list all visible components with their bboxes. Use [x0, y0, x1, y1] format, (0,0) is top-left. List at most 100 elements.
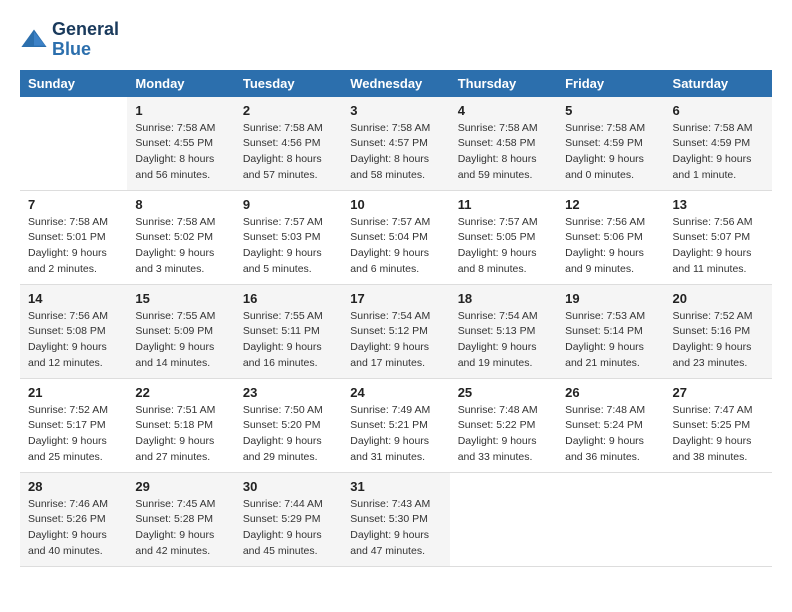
day-info: Sunrise: 7:58 AM Sunset: 5:01 PM Dayligh…	[28, 215, 119, 278]
calendar-cell: 28 Sunrise: 7:46 AM Sunset: 5:26 PM Dayli…	[20, 472, 127, 566]
weekday-header-row: SundayMondayTuesdayWednesdayThursdayFrid…	[20, 70, 772, 97]
day-number: 23	[243, 385, 334, 400]
logo-text: General Blue	[52, 20, 119, 60]
day-info: Sunrise: 7:58 AM Sunset: 4:59 PM Dayligh…	[673, 121, 764, 184]
day-number: 20	[673, 291, 764, 306]
calendar-cell: 4Sunrise: 7:58 AM Sunset: 4:58 PM Daylig…	[450, 97, 557, 191]
day-number: 5	[565, 103, 656, 118]
day-info: Sunrise: 7:57 AM Sunset: 5:03 PM Dayligh…	[243, 215, 334, 278]
calendar-cell: 5 Sunrise: 7:58 AM Sunset: 4:59 PM Daylig…	[557, 97, 664, 191]
day-number: 17	[350, 291, 441, 306]
day-info: Sunrise: 7:57 AM Sunset: 5:04 PM Dayligh…	[350, 215, 441, 278]
day-info: Sunrise: 7:58 AM Sunset: 4:59 PM Dayligh…	[565, 121, 656, 184]
day-info: Sunrise: 7:48 AM Sunset: 5:22 PM Dayligh…	[458, 403, 549, 466]
day-number: 2	[243, 103, 334, 118]
day-info: Sunrise: 7:44 AM Sunset: 5:29 PM Dayligh…	[243, 497, 334, 560]
day-info: Sunrise: 7:56 AM Sunset: 5:06 PM Dayligh…	[565, 215, 656, 278]
calendar-cell: 2Sunrise: 7:58 AM Sunset: 4:56 PM Daylig…	[235, 97, 342, 191]
day-info: Sunrise: 7:53 AM Sunset: 5:14 PM Dayligh…	[565, 309, 656, 372]
week-row-5: 28 Sunrise: 7:46 AM Sunset: 5:26 PM Dayli…	[20, 472, 772, 566]
day-number: 24	[350, 385, 441, 400]
day-number: 10	[350, 197, 441, 212]
weekday-header-saturday: Saturday	[665, 70, 772, 97]
calendar-cell: 20 Sunrise: 7:52 AM Sunset: 5:16 PM Dayli…	[665, 284, 772, 378]
day-info: Sunrise: 7:43 AM Sunset: 5:30 PM Dayligh…	[350, 497, 441, 560]
week-row-2: 7 Sunrise: 7:58 AM Sunset: 5:01 PM Daylig…	[20, 190, 772, 284]
day-info: Sunrise: 7:52 AM Sunset: 5:16 PM Dayligh…	[673, 309, 764, 372]
day-number: 3	[350, 103, 441, 118]
day-number: 21	[28, 385, 119, 400]
calendar-cell: 9 Sunrise: 7:57 AM Sunset: 5:03 PM Daylig…	[235, 190, 342, 284]
day-number: 29	[135, 479, 226, 494]
day-number: 31	[350, 479, 441, 494]
calendar-cell: 10 Sunrise: 7:57 AM Sunset: 5:04 PM Dayli…	[342, 190, 449, 284]
calendar-cell: 3 Sunrise: 7:58 AM Sunset: 4:57 PM Daylig…	[342, 97, 449, 191]
day-info: Sunrise: 7:51 AM Sunset: 5:18 PM Dayligh…	[135, 403, 226, 466]
day-info: Sunrise: 7:46 AM Sunset: 5:26 PM Dayligh…	[28, 497, 119, 560]
weekday-header-sunday: Sunday	[20, 70, 127, 97]
day-number: 25	[458, 385, 549, 400]
calendar-cell: 29 Sunrise: 7:45 AM Sunset: 5:28 PM Dayli…	[127, 472, 234, 566]
calendar-cell: 17 Sunrise: 7:54 AM Sunset: 5:12 PM Dayli…	[342, 284, 449, 378]
day-info: Sunrise: 7:52 AM Sunset: 5:17 PM Dayligh…	[28, 403, 119, 466]
day-number: 18	[458, 291, 549, 306]
calendar-cell: 30Sunrise: 7:44 AM Sunset: 5:29 PM Dayli…	[235, 472, 342, 566]
calendar-cell: 6 Sunrise: 7:58 AM Sunset: 4:59 PM Daylig…	[665, 97, 772, 191]
day-number: 26	[565, 385, 656, 400]
day-number: 9	[243, 197, 334, 212]
weekday-header-wednesday: Wednesday	[342, 70, 449, 97]
calendar-cell: 22 Sunrise: 7:51 AM Sunset: 5:18 PM Dayli…	[127, 378, 234, 472]
week-row-3: 14 Sunrise: 7:56 AM Sunset: 5:08 PM Dayli…	[20, 284, 772, 378]
day-number: 13	[673, 197, 764, 212]
calendar-cell	[450, 472, 557, 566]
weekday-header-thursday: Thursday	[450, 70, 557, 97]
day-number: 6	[673, 103, 764, 118]
day-number: 16	[243, 291, 334, 306]
calendar-cell: 19 Sunrise: 7:53 AM Sunset: 5:14 PM Dayli…	[557, 284, 664, 378]
calendar-table: SundayMondayTuesdayWednesdayThursdayFrid…	[20, 70, 772, 567]
week-row-1: 1 Sunrise: 7:58 AM Sunset: 4:55 PM Daylig…	[20, 97, 772, 191]
calendar-cell: 23 Sunrise: 7:50 AM Sunset: 5:20 PM Dayli…	[235, 378, 342, 472]
day-number: 22	[135, 385, 226, 400]
day-number: 12	[565, 197, 656, 212]
calendar-cell	[20, 97, 127, 191]
day-info: Sunrise: 7:50 AM Sunset: 5:20 PM Dayligh…	[243, 403, 334, 466]
day-info: Sunrise: 7:45 AM Sunset: 5:28 PM Dayligh…	[135, 497, 226, 560]
logo-icon	[20, 26, 48, 54]
calendar-cell: 27Sunrise: 7:47 AM Sunset: 5:25 PM Dayli…	[665, 378, 772, 472]
day-info: Sunrise: 7:55 AM Sunset: 5:09 PM Dayligh…	[135, 309, 226, 372]
weekday-header-friday: Friday	[557, 70, 664, 97]
day-number: 14	[28, 291, 119, 306]
calendar-cell: 31 Sunrise: 7:43 AM Sunset: 5:30 PM Dayli…	[342, 472, 449, 566]
calendar-cell: 21 Sunrise: 7:52 AM Sunset: 5:17 PM Dayli…	[20, 378, 127, 472]
weekday-header-monday: Monday	[127, 70, 234, 97]
calendar-cell: 16Sunrise: 7:55 AM Sunset: 5:11 PM Dayli…	[235, 284, 342, 378]
day-number: 7	[28, 197, 119, 212]
day-number: 27	[673, 385, 764, 400]
calendar-cell	[665, 472, 772, 566]
day-info: Sunrise: 7:56 AM Sunset: 5:07 PM Dayligh…	[673, 215, 764, 278]
day-info: Sunrise: 7:58 AM Sunset: 4:57 PM Dayligh…	[350, 121, 441, 184]
day-info: Sunrise: 7:48 AM Sunset: 5:24 PM Dayligh…	[565, 403, 656, 466]
day-number: 1	[135, 103, 226, 118]
day-info: Sunrise: 7:54 AM Sunset: 5:12 PM Dayligh…	[350, 309, 441, 372]
calendar-cell: 11 Sunrise: 7:57 AM Sunset: 5:05 PM Dayli…	[450, 190, 557, 284]
day-info: Sunrise: 7:58 AM Sunset: 4:55 PM Dayligh…	[135, 121, 226, 184]
day-number: 19	[565, 291, 656, 306]
day-number: 15	[135, 291, 226, 306]
calendar-cell: 15 Sunrise: 7:55 AM Sunset: 5:09 PM Dayli…	[127, 284, 234, 378]
day-info: Sunrise: 7:56 AM Sunset: 5:08 PM Dayligh…	[28, 309, 119, 372]
calendar-cell: 7 Sunrise: 7:58 AM Sunset: 5:01 PM Daylig…	[20, 190, 127, 284]
day-info: Sunrise: 7:58 AM Sunset: 4:58 PM Dayligh…	[458, 121, 549, 184]
calendar-cell: 25 Sunrise: 7:48 AM Sunset: 5:22 PM Dayli…	[450, 378, 557, 472]
day-info: Sunrise: 7:57 AM Sunset: 5:05 PM Dayligh…	[458, 215, 549, 278]
day-number: 8	[135, 197, 226, 212]
calendar-cell: 26 Sunrise: 7:48 AM Sunset: 5:24 PM Dayli…	[557, 378, 664, 472]
week-row-4: 21 Sunrise: 7:52 AM Sunset: 5:17 PM Dayli…	[20, 378, 772, 472]
day-number: 28	[28, 479, 119, 494]
day-number: 11	[458, 197, 549, 212]
calendar-cell: 13 Sunrise: 7:56 AM Sunset: 5:07 PM Dayli…	[665, 190, 772, 284]
calendar-cell: 1 Sunrise: 7:58 AM Sunset: 4:55 PM Daylig…	[127, 97, 234, 191]
weekday-header-tuesday: Tuesday	[235, 70, 342, 97]
page-header: General Blue	[20, 20, 772, 60]
